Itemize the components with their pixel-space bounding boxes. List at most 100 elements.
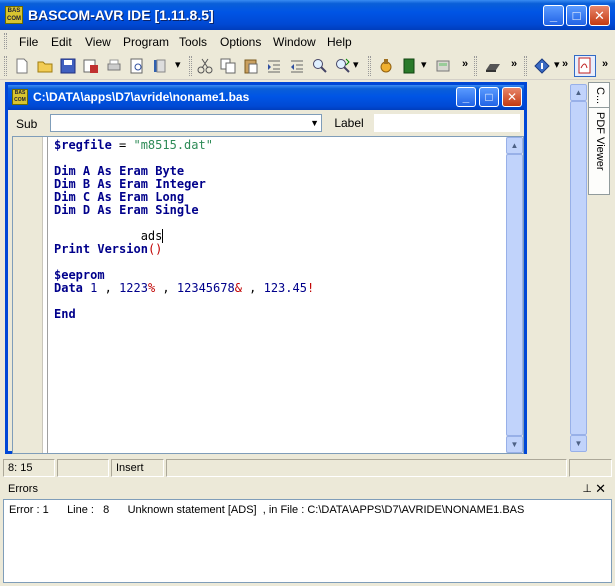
pdf-viewer-icon[interactable] <box>574 55 596 77</box>
terminal-icon[interactable] <box>484 57 502 75</box>
find-icon[interactable] <box>311 57 329 75</box>
save-as-icon[interactable] <box>82 57 100 75</box>
pin-icon[interactable]: ⊥ <box>582 482 592 495</box>
side-tab-pdf-viewer[interactable]: PDF Viewer <box>588 107 610 195</box>
line-gutter <box>13 137 43 453</box>
save-icon[interactable] <box>59 57 77 75</box>
help-diamond-icon[interactable] <box>533 57 551 75</box>
fold-line <box>47 137 48 453</box>
side-tab-c[interactable]: C... <box>588 82 610 108</box>
code-token: C <box>82 190 91 204</box>
status-modified <box>57 459 109 477</box>
errors-header: Errors ⊥ ✕ <box>3 481 612 499</box>
menu-view[interactable]: View <box>85 35 111 49</box>
document-path: C:\DATA\apps\D7\avride\noname1.bas <box>33 90 250 104</box>
print-icon[interactable] <box>105 57 123 75</box>
scroll-up-icon[interactable]: ▲ <box>506 137 523 154</box>
code-token: Eram <box>119 203 148 217</box>
status-insert-mode: Insert <box>111 459 164 477</box>
menu-edit[interactable]: Edit <box>51 35 72 49</box>
code-editor[interactable]: $regfile = "m8515.dat" Dim A As Eram Byt… <box>12 136 524 454</box>
copy-icon[interactable] <box>219 57 237 75</box>
compile-icon[interactable] <box>377 57 395 75</box>
document-icon[interactable]: BAS COM <box>12 89 28 105</box>
code-token: () <box>147 242 163 256</box>
help-dropdown-icon[interactable]: ▾ <box>554 58 560 71</box>
find-next-icon[interactable] <box>334 57 352 75</box>
code-token: Eram <box>119 177 148 191</box>
find-dropdown-icon[interactable]: ▾ <box>353 58 359 71</box>
code-token: Integer <box>155 177 206 191</box>
indent-icon[interactable] <box>265 57 283 75</box>
code-token: Dim <box>54 203 76 217</box>
editor-scrollbar[interactable]: ▲ ▼ <box>506 137 523 453</box>
code-token: , <box>241 281 264 295</box>
toolbar: ▾ ▾ ▾ » » ▾ » » <box>0 52 615 80</box>
side-scroll-down-icon[interactable]: ▼ <box>570 435 587 452</box>
menu-tools[interactable]: Tools <box>179 35 207 49</box>
doc-minimize-button[interactable]: _ <box>456 87 476 107</box>
errors-panel: Errors ⊥ ✕ Error : 1 Line : 8 Unknown st… <box>3 481 612 583</box>
bookmark-icon[interactable] <box>151 57 169 75</box>
toolbar-chevron-3[interactable]: » <box>562 58 568 70</box>
program-dropdown-icon[interactable]: ▾ <box>421 58 427 71</box>
side-scrollbar-thumb[interactable] <box>570 101 587 435</box>
code-token: , <box>97 281 120 295</box>
code-token: Single <box>155 203 199 217</box>
toolbar-chevron-1[interactable]: » <box>462 58 468 70</box>
label-button[interactable]: Label <box>325 114 373 132</box>
open-folder-icon[interactable] <box>36 57 54 75</box>
close-button[interactable]: ✕ <box>589 5 610 26</box>
doc-maximize-button[interactable]: □ <box>479 87 499 107</box>
side-scrollbar[interactable]: ▲ ▼ <box>570 84 587 452</box>
toolbar-chevron-2[interactable]: » <box>511 58 517 70</box>
outdent-icon[interactable] <box>288 57 306 75</box>
errors-title: Errors <box>8 483 38 495</box>
new-file-icon[interactable] <box>13 57 31 75</box>
code-token: ! <box>306 281 315 295</box>
menu-file[interactable]: File <box>19 35 38 49</box>
label-input[interactable] <box>374 114 520 132</box>
error-row[interactable]: Error : 1 Line : 8 Unknown statement [AD… <box>9 504 524 516</box>
menu-window[interactable]: Window <box>273 35 316 49</box>
editor-title-bar[interactable]: BAS COM C:\DATA\apps\D7\avride\noname1.b… <box>8 85 524 110</box>
menu-grip[interactable] <box>4 33 7 49</box>
paste-icon[interactable] <box>242 57 260 75</box>
print-preview-icon[interactable] <box>128 57 146 75</box>
code-text[interactable]: $regfile = "m8515.dat" Dim A As Eram Byt… <box>54 139 314 321</box>
toolbar-chevron-4[interactable]: » <box>602 58 608 70</box>
menu-help[interactable]: Help <box>327 35 352 49</box>
toolbar-separator <box>189 56 192 76</box>
code-line: Print Version() <box>54 243 314 256</box>
scroll-down-icon[interactable]: ▼ <box>506 436 523 453</box>
toolbar-grip[interactable] <box>4 56 7 76</box>
program-chip-icon[interactable] <box>400 57 418 75</box>
toolbar-dropdown-icon[interactable]: ▾ <box>175 58 181 71</box>
code-token: = <box>111 138 134 152</box>
simulator-icon[interactable] <box>434 57 452 75</box>
status-extra <box>569 459 612 477</box>
minimize-button[interactable]: _ <box>543 5 564 26</box>
code-token: Dim <box>54 164 76 178</box>
menu-bar: File Edit View Program Tools Options Win… <box>0 30 615 52</box>
code-token: Dim <box>54 177 76 191</box>
editor-window: BAS COM C:\DATA\apps\D7\avride\noname1.b… <box>5 82 527 454</box>
status-position: 8: 15 <box>3 459 55 477</box>
chevron-down-icon[interactable]: ▼ <box>310 118 319 128</box>
scrollbar-thumb[interactable] <box>506 154 523 436</box>
menu-options[interactable]: Options <box>220 35 261 49</box>
sub-select[interactable]: ▼ <box>50 114 322 132</box>
maximize-button[interactable]: □ <box>566 5 587 26</box>
menu-program[interactable]: Program <box>123 35 169 49</box>
errors-close-icon[interactable]: ✕ <box>595 481 606 497</box>
cut-icon[interactable] <box>196 57 214 75</box>
code-token: B <box>82 177 91 191</box>
errors-list: Error : 1 Line : 8 Unknown statement [AD… <box>3 499 612 583</box>
doc-close-button[interactable]: ✕ <box>502 87 522 107</box>
text-cursor <box>162 229 164 243</box>
code-token: 12345678 <box>176 281 235 295</box>
app-icon[interactable]: BAS COM <box>5 6 23 24</box>
code-token: Version <box>97 242 148 256</box>
side-scroll-up-icon[interactable]: ▲ <box>570 84 587 101</box>
title-bar[interactable]: BAS COM BASCOM-AVR IDE [1.11.8.5] _ □ ✕ <box>0 0 615 30</box>
